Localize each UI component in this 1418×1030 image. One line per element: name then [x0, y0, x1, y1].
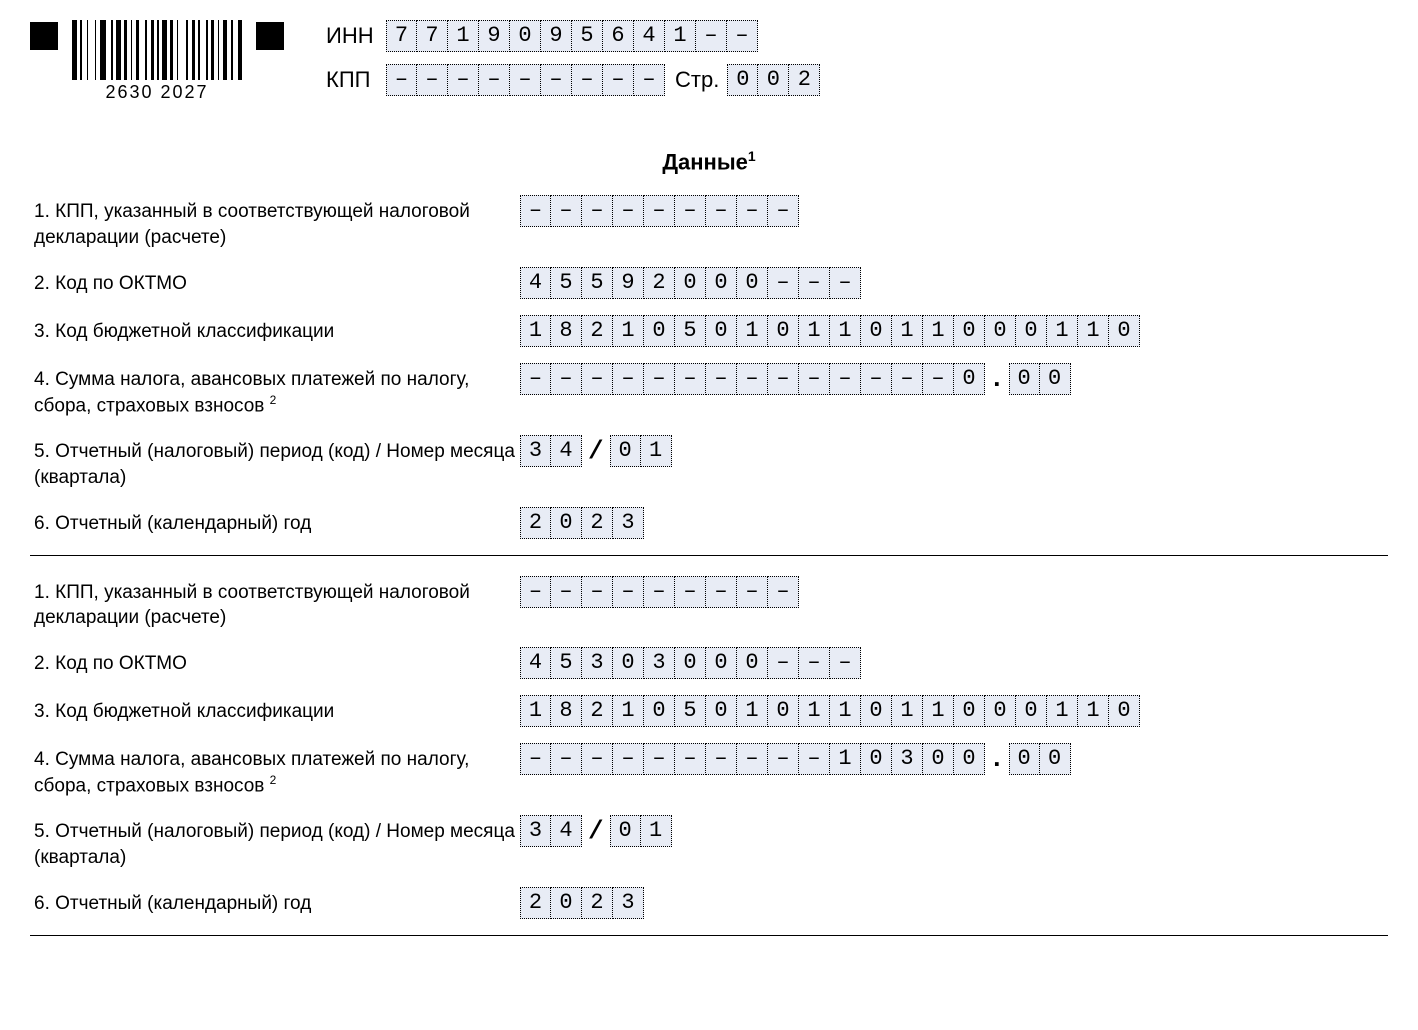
row-oktmo-label: 2. Код по ОКТМО — [30, 267, 520, 297]
row-sum-value: ––––––––––10300.00 — [520, 743, 1071, 775]
barcode-text: 2630 2027 — [105, 82, 208, 103]
row-sum: 4. Сумма налога, авансовых платежей по н… — [30, 363, 1388, 420]
row-kpp-value: ––––––––– — [520, 195, 799, 227]
row-period: 5. Отчетный (налоговый) период (код) / Н… — [30, 815, 1388, 870]
row-year: 6. Отчетный (календарный) год2023 — [30, 507, 1388, 539]
row-kbk: 3. Код бюджетной классификации1821050101… — [30, 315, 1388, 347]
inn-value: 7719095641–– — [386, 20, 758, 52]
row-kpp-label: 1. КПП, указанный в соответствующей нало… — [30, 195, 520, 250]
page-value: 002 — [727, 64, 820, 96]
marker-right — [256, 22, 284, 50]
data-block: 1. КПП, указанный в соответствующей нало… — [30, 195, 1388, 538]
row-oktmo-value: 45592000––– — [520, 267, 861, 299]
row-sum-label: 4. Сумма налога, авансовых платежей по н… — [30, 363, 520, 420]
row-period-label: 5. Отчетный (налоговый) период (код) / Н… — [30, 435, 520, 490]
row-oktmo-value: 45303000––– — [520, 647, 861, 679]
row-kbk-value: 18210501011011000110 — [520, 315, 1140, 347]
separator — [30, 555, 1388, 556]
row-period-value: 34/01 — [520, 815, 672, 847]
page-label: Стр. — [675, 67, 719, 93]
row-kpp-label: 1. КПП, указанный в соответствующей нало… — [30, 576, 520, 631]
row-period: 5. Отчетный (налоговый) период (код) / Н… — [30, 435, 1388, 490]
inn-label: ИНН — [326, 23, 386, 49]
section-title: Данные1 — [30, 148, 1388, 175]
row-year: 6. Отчетный (календарный) год2023 — [30, 887, 1388, 919]
row-sum-label: 4. Сумма налога, авансовых платежей по н… — [30, 743, 520, 800]
kpp-label: КПП — [326, 67, 386, 93]
barcode: 2630 2027 — [72, 20, 242, 103]
row-sum-value: ––––––––––––––0.00 — [520, 363, 1071, 395]
marker-left — [30, 22, 58, 50]
row-oktmo-label: 2. Код по ОКТМО — [30, 647, 520, 677]
kpp-value: ––––––––– — [386, 64, 665, 96]
row-kbk-label: 3. Код бюджетной классификации — [30, 315, 520, 345]
row-kbk-value: 18210501011011000110 — [520, 695, 1140, 727]
data-block: 1. КПП, указанный в соответствующей нало… — [30, 576, 1388, 919]
row-sum: 4. Сумма налога, авансовых платежей по н… — [30, 743, 1388, 800]
row-kpp: 1. КПП, указанный в соответствующей нало… — [30, 195, 1388, 250]
row-kbk-label: 3. Код бюджетной классификации — [30, 695, 520, 725]
row-kbk: 3. Код бюджетной классификации1821050101… — [30, 695, 1388, 727]
separator — [30, 935, 1388, 936]
row-kpp-value: ––––––––– — [520, 576, 799, 608]
row-kpp: 1. КПП, указанный в соответствующей нало… — [30, 576, 1388, 631]
row-year-label: 6. Отчетный (календарный) год — [30, 887, 520, 917]
form-header: 2630 2027 ИНН 7719095641–– КПП –––––––––… — [30, 20, 1388, 108]
row-year-value: 2023 — [520, 507, 644, 539]
row-year-value: 2023 — [520, 887, 644, 919]
row-period-label: 5. Отчетный (налоговый) период (код) / Н… — [30, 815, 520, 870]
row-year-label: 6. Отчетный (календарный) год — [30, 507, 520, 537]
row-oktmo: 2. Код по ОКТМО45303000––– — [30, 647, 1388, 679]
row-period-value: 34/01 — [520, 435, 672, 467]
row-oktmo: 2. Код по ОКТМО45592000––– — [30, 267, 1388, 299]
